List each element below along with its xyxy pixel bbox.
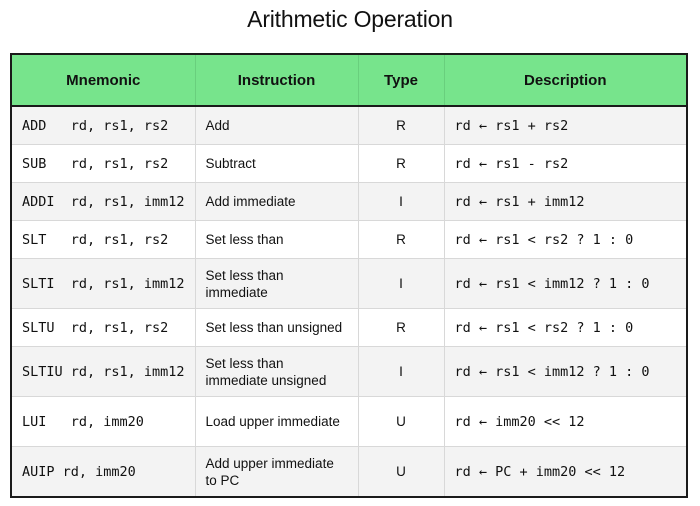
description-cell: rd ← imm20 << 12 xyxy=(443,396,688,447)
description-cell: rd ← rs1 < imm12 ? 1 : 0 xyxy=(443,346,688,397)
instruction-cell: Add xyxy=(194,105,359,145)
mnemonic-cell: SLT rd, rs1, rs2 xyxy=(10,220,196,259)
description-cell: rd ← rs1 + rs2 xyxy=(443,105,688,145)
type-cell: I xyxy=(357,258,445,309)
type-cell: R xyxy=(357,220,445,259)
table-row: LUI rd, imm20 Load upper immediate Urd ← i… xyxy=(10,396,688,447)
table-row: ADDI rd, rs1, imm12 Add immediate Ird ← rs… xyxy=(10,182,688,221)
table-row: AUIP rd, imm20 Add upper immediate to PC U… xyxy=(10,446,688,498)
table-row: SLTI rd, rs1, imm12 Set less than immedia… xyxy=(10,258,688,309)
instruction-cell: Load upper immediate xyxy=(194,396,359,447)
mnemonic-cell: AUIP rd, imm20 xyxy=(10,446,196,498)
type-cell: I xyxy=(357,346,445,397)
instruction-cell: Set less than xyxy=(194,220,359,259)
mnemonic-cell: LUI rd, imm20 xyxy=(10,396,196,447)
table-row: SLTIU rd, rs1, imm12 Set less than immedi… xyxy=(10,346,688,397)
mnemonic-cell: ADD rd, rs1, rs2 xyxy=(10,105,196,145)
mnemonic-cell: SLTIU rd, rs1, imm12 xyxy=(10,346,196,397)
header-mnemonic: Mnemonic xyxy=(11,54,195,107)
mnemonic-cell: SLTU rd, rs1, rs2 xyxy=(10,308,196,347)
type-cell: R xyxy=(357,144,445,183)
header-instruction: Instruction xyxy=(194,54,358,107)
instruction-cell: Set less than unsigned xyxy=(194,308,359,347)
type-cell: R xyxy=(357,308,445,347)
mnemonic-cell: SUB rd, rs1, rs2 xyxy=(10,144,196,183)
mnemonic-cell: SLTI rd, rs1, imm12 xyxy=(10,258,196,309)
arithmetic-operation-table: Mnemonic Instruction Type Description AD… xyxy=(10,53,688,498)
type-cell: U xyxy=(357,446,445,498)
description-cell: rd ← rs1 + imm12 xyxy=(443,182,688,221)
description-cell: rd ← PC + imm20 << 12 xyxy=(443,446,688,498)
description-cell: rd ← rs1 < rs2 ? 1 : 0 xyxy=(443,220,688,259)
description-cell: rd ← rs1 - rs2 xyxy=(443,144,688,183)
header-type: Type xyxy=(357,54,444,107)
table-header-row: Mnemonic Instruction Type Description xyxy=(11,54,687,107)
page-title: Arithmetic Operation xyxy=(247,6,453,32)
table-row: SUB rd, rs1, rs2 Subtract Rrd ← rs1 - rs2 xyxy=(10,144,688,183)
instruction-cell: Add immediate xyxy=(194,182,359,221)
instruction-cell: Subtract xyxy=(194,144,359,183)
type-cell: I xyxy=(357,182,445,221)
mnemonic-cell: ADDI rd, rs1, imm12 xyxy=(10,182,196,221)
table-row: SLT rd, rs1, rs2 Set less than Rrd ← rs1 <… xyxy=(10,220,688,259)
type-cell: R xyxy=(357,105,445,145)
instruction-cell: Set less than immediate xyxy=(194,258,359,309)
instruction-cell: Set less than immediate unsigned xyxy=(194,346,359,397)
table-row: ADD rd, rs1, rs2 Add Rrd ← rs1 + rs2 xyxy=(10,105,688,145)
instruction-cell: Add upper immediate to PC xyxy=(194,446,359,498)
description-cell: rd ← rs1 < imm12 ? 1 : 0 xyxy=(443,258,688,309)
table-row: SLTU rd, rs1, rs2 Set less than unsigned R… xyxy=(10,308,688,347)
header-description: Description xyxy=(443,54,687,107)
type-cell: U xyxy=(357,396,445,447)
description-cell: rd ← rs1 < rs2 ? 1 : 0 xyxy=(443,308,688,347)
